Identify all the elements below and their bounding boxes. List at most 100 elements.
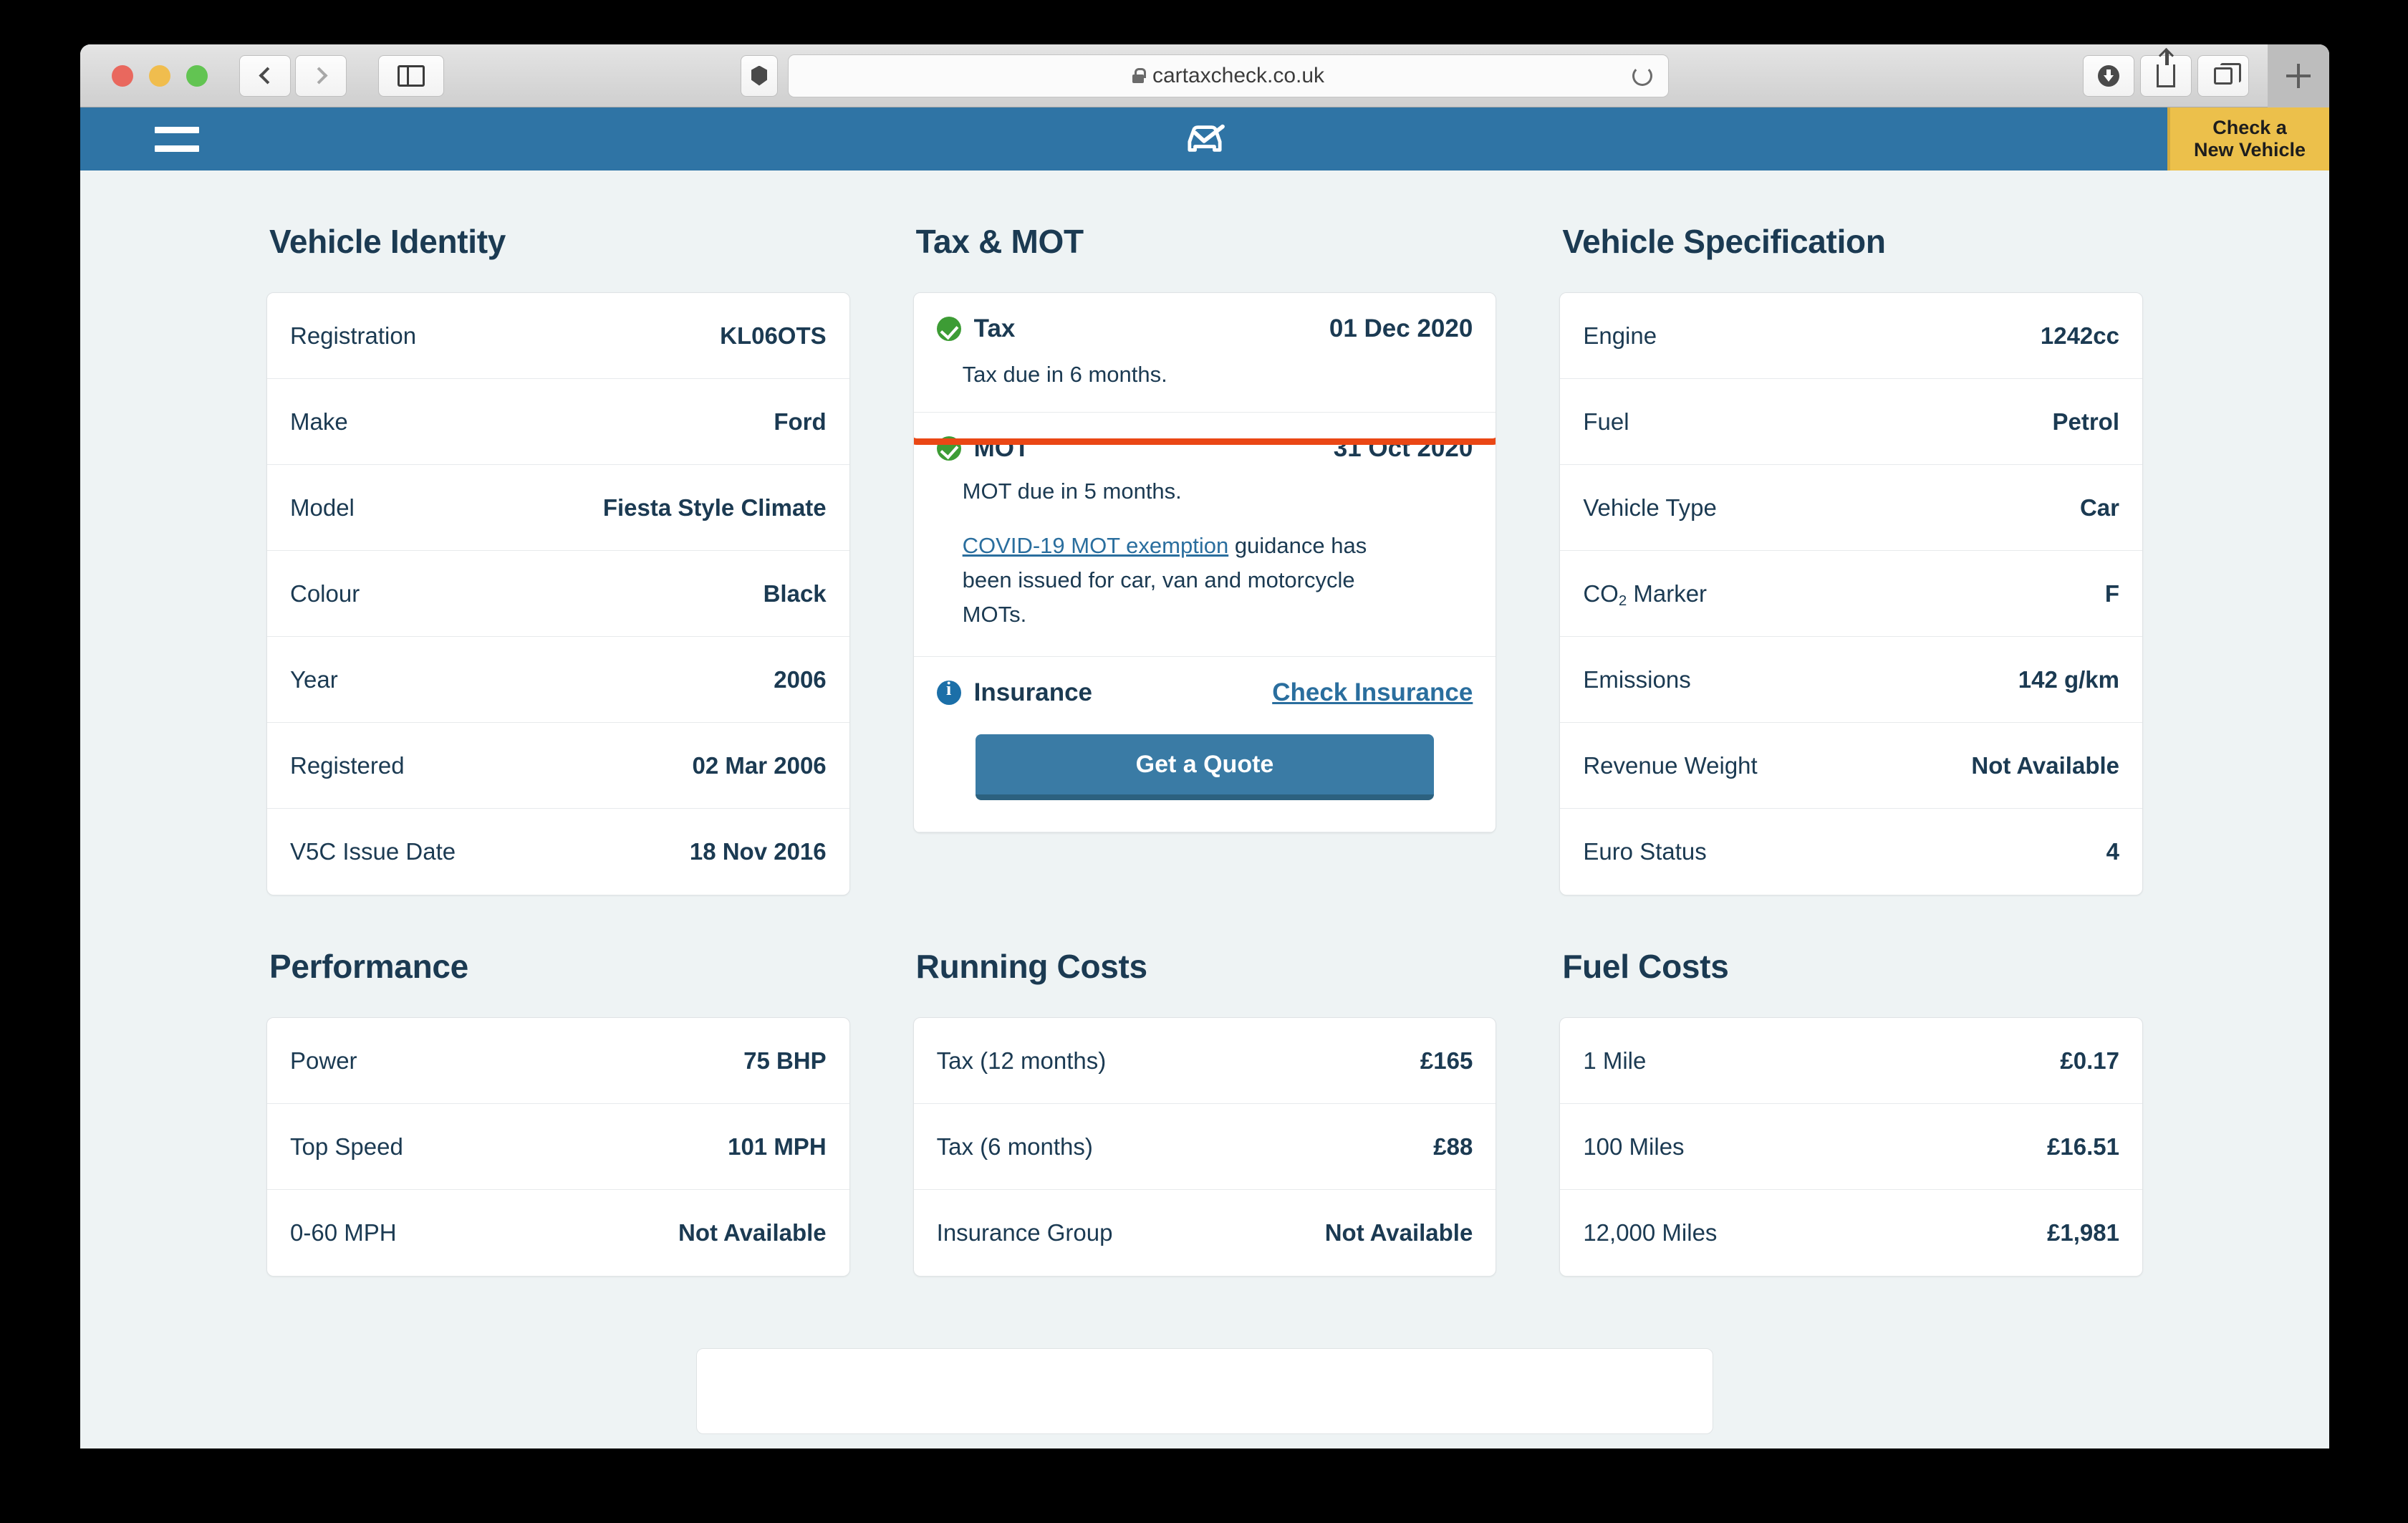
browser-window: cartaxcheck.co.uk Check a New Vehicle Ve… — [80, 44, 2329, 1448]
covid-exemption-link[interactable]: COVID-19 MOT exemption — [963, 533, 1229, 558]
mot-status-block: MOT 31 Oct 2020 MOT due in 5 months. COV… — [913, 413, 1496, 658]
shield-icon — [751, 65, 767, 86]
chevron-right-icon — [309, 67, 328, 85]
tax-label: Tax — [973, 314, 1016, 342]
row-value: Petrol — [2052, 408, 2119, 435]
row-value: Not Available — [1324, 1219, 1473, 1246]
insurance-status-block: Insurance Check Insurance Get a Quote — [913, 657, 1496, 833]
row-value: £165 — [1420, 1047, 1473, 1074]
top-panels-grid: Vehicle Identity Registration KL06OTS Ma… — [266, 170, 2143, 1277]
back-button[interactable] — [239, 54, 291, 97]
table-row: Registered 02 Mar 2006 — [267, 723, 849, 809]
row-value: 142 g/km — [2018, 666, 2119, 693]
row-label: 1 Mile — [1583, 1047, 1647, 1074]
share-icon — [2157, 50, 2175, 87]
row-label: Fuel — [1583, 408, 1629, 435]
row-value: 1242cc — [2040, 322, 2119, 349]
share-button[interactable] — [2140, 50, 2192, 97]
sidebar-toggle-button[interactable] — [378, 54, 444, 97]
table-row: Emissions 142 g/km — [1560, 637, 2142, 723]
row-label: 12,000 Miles — [1583, 1219, 1718, 1246]
row-value: Ford — [774, 408, 827, 435]
mot-date: 31 Oct 2020 — [1333, 434, 1473, 462]
row-value: F — [2104, 580, 2119, 607]
table-row: Year 2006 — [267, 637, 849, 723]
running-costs-title: Running Costs — [915, 948, 1147, 985]
row-label-co2: CO2 Marker — [1583, 580, 1708, 610]
check-button-line2: New Vehicle — [2193, 139, 2306, 160]
row-label: V5C Issue Date — [290, 838, 456, 865]
green-check-icon — [936, 436, 961, 461]
row-label: Insurance Group — [936, 1219, 1113, 1246]
row-value: Not Available — [678, 1219, 827, 1246]
table-row: Insurance Group Not Available — [914, 1190, 1496, 1276]
table-row: CO2 Marker F — [1560, 551, 2142, 637]
row-value: KL06OTS — [720, 322, 827, 349]
table-row: V5C Issue Date 18 Nov 2016 — [267, 809, 849, 895]
plus-icon — [2286, 64, 2311, 88]
window-controls — [112, 64, 208, 87]
row-value: 75 BHP — [743, 1047, 827, 1074]
reload-icon[interactable] — [1632, 65, 1652, 86]
privacy-report-button[interactable] — [741, 54, 778, 97]
row-value: £1,981 — [2047, 1219, 2119, 1246]
downloads-icon — [2098, 64, 2119, 87]
minimize-window-button[interactable] — [149, 64, 170, 87]
new-tab-button[interactable] — [2268, 44, 2329, 107]
table-row: Fuel Petrol — [1560, 379, 2142, 465]
fuel-costs-title: Fuel Costs — [1562, 948, 1729, 985]
row-value: 02 Mar 2006 — [692, 751, 827, 779]
next-section-card — [696, 1348, 1713, 1434]
downloads-button[interactable] — [2083, 54, 2134, 97]
table-row: Top Speed 101 MPH — [267, 1104, 849, 1190]
url-text: cartaxcheck.co.uk — [1152, 63, 1325, 87]
row-value: 4 — [2106, 838, 2119, 865]
tax-note: Tax due in 6 months. — [962, 362, 1167, 387]
row-label: Registration — [290, 322, 417, 349]
row-label: Model — [290, 494, 355, 521]
vehicle-identity-card: Registration KL06OTS Make Ford Model Fie… — [266, 292, 850, 895]
row-value: 101 MPH — [728, 1133, 827, 1160]
sidebar-icon — [398, 64, 425, 87]
maximize-window-button[interactable] — [186, 64, 208, 87]
row-value: Not Available — [1971, 751, 2119, 779]
address-bar-area: cartaxcheck.co.uk — [741, 54, 1669, 97]
check-new-vehicle-button[interactable]: Check a New Vehicle — [2167, 107, 2329, 170]
hamburger-menu-icon[interactable] — [155, 126, 199, 152]
mot-label: MOT — [973, 434, 1030, 462]
table-row: Colour Black — [267, 551, 849, 637]
info-icon — [936, 678, 961, 706]
chevron-left-icon — [258, 67, 276, 85]
table-row: Euro Status 4 — [1560, 809, 2142, 895]
check-insurance-link[interactable]: Check Insurance — [1272, 678, 1473, 707]
forward-button[interactable] — [295, 54, 347, 97]
row-value: £0.17 — [2060, 1047, 2119, 1074]
row-label: Top Speed — [290, 1133, 403, 1160]
tax-status-block: Tax 01 Dec 2020 Tax due in 6 months. — [913, 293, 1496, 413]
row-label: 100 Miles — [1583, 1133, 1685, 1160]
row-label: Power — [290, 1047, 357, 1074]
car-check-logo-icon[interactable] — [1183, 121, 1227, 157]
running-costs-card: Tax (12 months) £165 Tax (6 months) £88 … — [912, 1017, 1497, 1277]
vehicle-identity-title: Vehicle Identity — [269, 223, 506, 260]
table-row: Vehicle Type Car — [1560, 465, 2142, 551]
get-a-quote-button[interactable]: Get a Quote — [975, 734, 1434, 801]
fuel-costs-card: 1 Mile £0.17 100 Miles £16.51 12,000 Mil… — [1559, 1017, 2143, 1277]
table-row: Registration KL06OTS — [267, 293, 849, 379]
row-label: Tax (12 months) — [936, 1047, 1107, 1074]
tabs-overview-button[interactable] — [2197, 54, 2249, 97]
browser-toolbar: cartaxcheck.co.uk — [80, 44, 2329, 107]
tax-date: 01 Dec 2020 — [1329, 314, 1473, 342]
table-row: Make Ford — [267, 379, 849, 465]
close-window-button[interactable] — [112, 64, 133, 87]
table-row: 12,000 Miles £1,981 — [1560, 1190, 2142, 1276]
vehicle-identity-panel: Vehicle Identity Registration KL06OTS Ma… — [266, 170, 850, 895]
vehicle-specification-title: Vehicle Specification — [1562, 223, 1886, 260]
toolbar-right-buttons — [2083, 50, 2249, 97]
fuel-costs-panel: Fuel Costs 1 Mile £0.17 100 Miles £16.51… — [1559, 895, 2143, 1277]
row-label: Tax (6 months) — [936, 1133, 1093, 1160]
address-bar[interactable]: cartaxcheck.co.uk — [788, 54, 1669, 97]
table-row: 1 Mile £0.17 — [1560, 1018, 2142, 1104]
table-row: 0-60 MPH Not Available — [267, 1190, 849, 1276]
covid-guidance-text: COVID-19 MOT exemption guidance has been… — [937, 529, 1395, 632]
